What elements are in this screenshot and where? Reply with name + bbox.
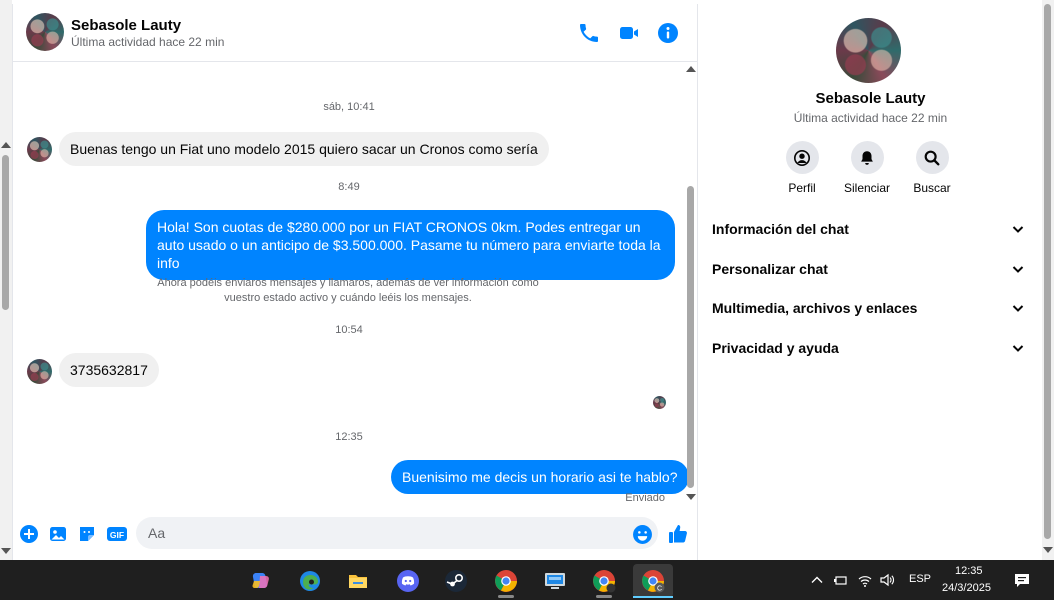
video-camera-icon[interactable] — [617, 21, 641, 45]
message-input[interactable] — [136, 517, 658, 549]
taskbar-discord[interactable] — [388, 564, 428, 598]
mute-label: Silenciar — [843, 181, 891, 195]
scrollbar-thumb[interactable] — [687, 186, 694, 488]
contact-avatar-small[interactable] — [27, 359, 52, 384]
chat-panel: Sebasole Lauty Última actividad hace 22 … — [12, 4, 698, 560]
sticker-icon[interactable] — [77, 524, 97, 544]
gif-icon[interactable]: GIF — [106, 524, 128, 544]
seen-indicator-avatar — [653, 396, 666, 409]
taskbar-chrome-profile-2[interactable] — [584, 564, 624, 598]
chrome-icon: C — [642, 570, 665, 593]
chat-scrollbar[interactable] — [685, 62, 697, 508]
search-icon — [924, 150, 940, 165]
copilot-icon — [252, 573, 269, 588]
search-label: Buscar — [913, 181, 951, 195]
section-label: Privacidad y ayuda — [712, 340, 839, 356]
profile-button[interactable]: Perfil — [767, 141, 837, 195]
chevron-down-icon — [1012, 266, 1024, 273]
taskbar-steam[interactable] — [436, 564, 476, 598]
chevron-down-icon — [1012, 345, 1024, 352]
timestamp: 8:49 — [338, 181, 360, 193]
profile-icon — [793, 149, 811, 166]
steam-icon — [445, 570, 467, 592]
taskbar-edge[interactable] — [290, 564, 330, 598]
section-label: Personalizar chat — [712, 261, 828, 277]
scrollbar-thumb[interactable] — [2, 155, 9, 310]
scroll-up-arrow[interactable] — [686, 66, 696, 72]
plus-icon[interactable] — [19, 524, 39, 544]
info-icon[interactable] — [656, 21, 680, 45]
section-media-files-links[interactable]: Multimedia, archivos y enlaces — [712, 296, 1025, 320]
clock-date[interactable]: 24/3/2025 — [942, 582, 991, 594]
search-button[interactable]: Buscar — [897, 141, 967, 195]
scroll-up-arrow[interactable] — [1, 142, 11, 148]
contact-avatar-large[interactable] — [836, 18, 901, 83]
svg-text:GIF: GIF — [110, 530, 124, 540]
scroll-down-arrow[interactable] — [686, 494, 696, 500]
volume-icon[interactable] — [879, 572, 895, 588]
language-indicator[interactable]: ESP — [909, 573, 931, 585]
incoming-message[interactable]: 3735632817 — [59, 353, 159, 387]
scrollbar-thumb[interactable] — [1044, 4, 1051, 539]
message-list: sáb, 10:41 Buenas tengo un Fiat uno mode… — [13, 62, 689, 510]
outgoing-message[interactable]: Hola! Son cuotas de $280.000 por un FIAT… — [146, 210, 675, 280]
scroll-down-arrow[interactable] — [1, 548, 11, 554]
composer: GIF — [13, 514, 697, 554]
chevron-down-icon — [1012, 305, 1024, 312]
page-scrollbar-left[interactable] — [0, 0, 12, 560]
section-chat-info[interactable]: Información del chat — [712, 217, 1025, 241]
chrome-icon — [593, 570, 616, 593]
windows-taskbar: C ESP 12:35 24/3/2025 — [0, 560, 1054, 600]
contact-name[interactable]: Sebasole Lauty — [71, 17, 181, 34]
timestamp: 10:54 — [335, 324, 363, 336]
emoji-icon[interactable] — [632, 524, 653, 545]
bell-icon — [861, 150, 873, 165]
info-contact-name: Sebasole Lauty — [815, 90, 926, 107]
contact-avatar[interactable] — [26, 13, 64, 51]
chevron-up-icon[interactable] — [809, 572, 825, 588]
image-icon[interactable] — [48, 524, 68, 544]
taskbar-copilot[interactable] — [241, 564, 281, 598]
outgoing-message[interactable]: Buenisimo me decis un horario asi te hab… — [391, 460, 689, 494]
contact-status: Última actividad hace 22 min — [71, 35, 225, 49]
edge-icon — [300, 571, 320, 591]
chat-info-panel: Sebasole Lauty Última actividad hace 22 … — [699, 4, 1042, 560]
clock-time[interactable]: 12:35 — [955, 565, 983, 577]
timestamp: sáb, 10:41 — [323, 101, 375, 113]
section-label: Información del chat — [712, 221, 849, 237]
chrome-icon — [495, 570, 517, 592]
section-privacy-help[interactable]: Privacidad y ayuda — [712, 336, 1025, 360]
profile-label: Perfil — [788, 181, 816, 195]
taskbar-chrome[interactable] — [486, 564, 526, 598]
sent-status: Enviado — [625, 492, 665, 504]
chat-header: Sebasole Lauty Última actividad hace 22 … — [13, 4, 697, 62]
section-customize-chat[interactable]: Personalizar chat — [712, 257, 1025, 281]
notifications-icon[interactable] — [1013, 571, 1031, 589]
taskbar-file-explorer[interactable] — [338, 564, 378, 598]
chevron-down-icon — [1012, 226, 1024, 233]
incoming-message[interactable]: Buenas tengo un Fiat uno modelo 2015 qui… — [59, 132, 549, 166]
discord-icon — [397, 570, 419, 592]
phone-icon[interactable] — [577, 21, 601, 45]
remote-desktop-icon — [545, 573, 565, 589]
mute-button[interactable]: Silenciar — [832, 141, 902, 195]
svg-text:C: C — [657, 585, 662, 592]
battery-icon[interactable] — [833, 572, 849, 588]
connection-notice: Ahora podéis enviaros mensajes y llamaro… — [157, 277, 539, 304]
timestamp: 12:35 — [335, 431, 363, 443]
taskbar-remote-desktop[interactable] — [535, 564, 575, 598]
like-icon[interactable] — [667, 523, 689, 545]
page-scrollbar-right[interactable] — [1042, 0, 1054, 560]
contact-avatar-small[interactable] — [27, 137, 52, 162]
info-contact-status: Última actividad hace 22 min — [793, 111, 948, 125]
file-explorer-icon — [349, 575, 367, 588]
wifi-icon[interactable] — [857, 572, 873, 588]
section-label: Multimedia, archivos y enlaces — [712, 300, 918, 316]
taskbar-chrome-profile-3[interactable]: C — [633, 564, 673, 598]
scroll-down-arrow[interactable] — [1043, 547, 1053, 553]
